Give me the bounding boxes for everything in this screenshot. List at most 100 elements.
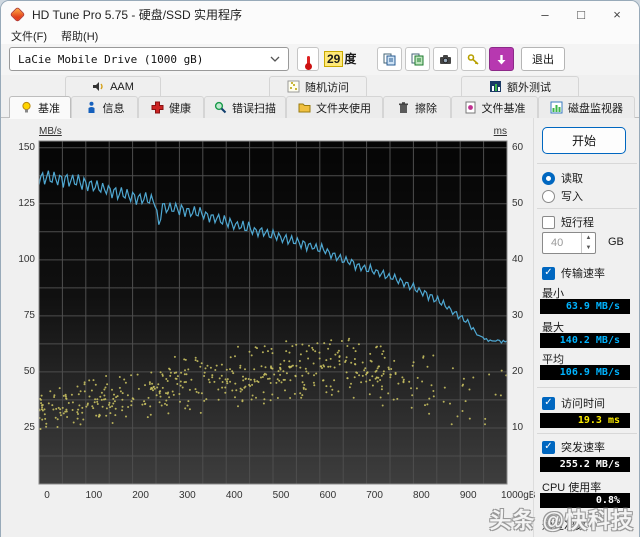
avg-value-display: 106.9 MB/s: [540, 365, 630, 380]
control-panel: 开始 读取 写入 短行程 40 ▲ ▼ GB ✓ 传输速率 最小 63.9 MB…: [533, 118, 639, 537]
transfer-rate-label: 传输速率: [561, 268, 605, 280]
axis-tick-label: 60: [512, 141, 524, 153]
write-radio-label: 写入: [561, 191, 583, 203]
extra-tests-icon: [490, 81, 501, 92]
tab-extra-tests-label: 额外测试: [507, 81, 551, 94]
axis-tick-label: 50: [512, 197, 524, 209]
temperature-button[interactable]: [297, 47, 319, 71]
spinner-down-icon[interactable]: ▼: [582, 243, 595, 253]
axis-tick-label: 30: [512, 309, 524, 321]
read-radio-row[interactable]: 读取: [542, 170, 583, 186]
temperature-value: 29: [324, 50, 344, 67]
menu-help[interactable]: 帮助(H): [61, 28, 98, 44]
tab-benchmark-label: 基准: [38, 102, 60, 115]
info-icon: [88, 101, 94, 113]
exit-button[interactable]: 退出: [521, 47, 565, 71]
tab-extra-tests[interactable]: 额外测试: [461, 76, 579, 96]
access-time-display: 19.3 ms: [540, 413, 630, 428]
access-time-checkbox[interactable]: ✓: [542, 396, 555, 410]
burst-rate-row[interactable]: ✓ 突发速率: [542, 439, 605, 455]
short-stroke-size-input[interactable]: 40 ▲ ▼: [542, 232, 596, 254]
write-radio-row[interactable]: 写入: [542, 188, 583, 204]
tab-row-secondary: AAM 随机访问 额外测试: [1, 76, 639, 96]
axis-tick-label: 25: [23, 421, 35, 433]
tab-health[interactable]: 健康: [138, 96, 204, 118]
screenshot-button[interactable]: [433, 47, 458, 71]
read-radio-label: 读取: [561, 173, 583, 185]
close-button[interactable]: ×: [599, 1, 635, 28]
axis-tick-label: 600: [319, 490, 337, 501]
axis-tick-label: 700: [366, 490, 383, 501]
tab-disk-monitor[interactable]: 磁盘监视器: [538, 96, 635, 118]
right-axis-unit: ms: [493, 126, 507, 137]
copy-icon: [383, 53, 396, 65]
toolbar: LaCie Mobile Drive (1000 gB) 29 度 退出: [1, 44, 639, 75]
tab-erase-label: 擦除: [415, 102, 437, 115]
axis-tick-label: 300: [179, 490, 196, 501]
tab-benchmark[interactable]: 基准: [9, 96, 71, 118]
keys-icon: [467, 53, 479, 65]
camera-icon: [440, 54, 451, 64]
transfer-rate-checkbox[interactable]: ✓: [542, 266, 555, 280]
axis-tick-label: 100: [85, 490, 103, 501]
min-value-display: 63.9 MB/s: [540, 299, 630, 314]
short-stroke-label: 短行程: [561, 217, 594, 229]
chevron-down-icon: [270, 53, 280, 66]
tab-aam[interactable]: AAM: [65, 76, 161, 96]
drive-select-dropdown[interactable]: LaCie Mobile Drive (1000 gB): [9, 47, 289, 71]
tab-folder-usage[interactable]: 文件夹使用: [286, 96, 383, 118]
short-stroke-row[interactable]: 短行程: [542, 214, 594, 230]
exit-button-label: 退出: [532, 54, 554, 66]
axis-tick-label: 0: [44, 490, 50, 501]
tab-folder-usage-label: 文件夹使用: [316, 102, 371, 115]
tab-random-access[interactable]: 随机访问: [269, 76, 367, 96]
benchmark-page: MB/s ms 25 50 75 100 125 150 10 20 30 40 50 60 0 100 2…: [1, 118, 639, 537]
transfer-rate-row[interactable]: ✓ 传输速率: [542, 265, 605, 281]
benchmark-icon: [22, 101, 31, 113]
tab-health-label: 健康: [169, 102, 191, 115]
maximize-button[interactable]: □: [563, 1, 599, 28]
axis-tick-label: 100: [18, 253, 35, 265]
health-icon: [151, 101, 164, 114]
spinner-arrows[interactable]: ▲ ▼: [581, 233, 595, 253]
spinner-up-icon[interactable]: ▲: [582, 233, 595, 243]
menu-file[interactable]: 文件(F): [11, 28, 47, 44]
tab-info[interactable]: 信息: [71, 96, 138, 118]
benchmark-chart: MB/s ms 25 50 75 100 125 150 10 20 30 40 50 60 0 100 2…: [1, 119, 535, 537]
erase-icon: [399, 102, 408, 113]
download-icon: [497, 54, 506, 64]
copy-screenshot-button[interactable]: [405, 47, 430, 71]
write-radio[interactable]: [542, 189, 555, 203]
copy-button[interactable]: [377, 47, 402, 71]
access-time-label: 访问时间: [561, 398, 605, 410]
axis-tick-label: 400: [225, 490, 243, 501]
read-radio[interactable]: [542, 171, 555, 185]
tab-file-benchmark-label: 文件基准: [481, 102, 526, 115]
drive-select-value: LaCie Mobile Drive (1000 gB): [18, 52, 204, 66]
save-results-button[interactable]: [489, 47, 514, 71]
burst-rate-checkbox[interactable]: ✓: [542, 440, 555, 454]
app-window: HD Tune Pro 5.75 - 硬盘/SSD 实用程序 – □ × 文件(…: [0, 0, 640, 537]
short-stroke-unit: GB: [608, 236, 624, 248]
access-time-row[interactable]: ✓ 访问时间: [542, 395, 605, 411]
axis-tick-label: 20: [512, 365, 524, 377]
error-scan-icon: [214, 101, 227, 114]
tab-info-label: 信息: [102, 102, 125, 115]
burst-rate-label: 突发速率: [561, 442, 605, 454]
tab-error-scan[interactable]: 错误扫描: [204, 96, 286, 118]
tab-file-benchmark[interactable]: 文件基准: [451, 96, 538, 118]
start-button[interactable]: 开始: [542, 127, 626, 154]
axis-tick-label: 800: [413, 490, 430, 501]
minimize-button[interactable]: –: [527, 1, 563, 28]
chart-canvas: [38, 140, 508, 485]
watermark: 头条 @快科技: [489, 508, 634, 533]
aam-icon: [93, 82, 103, 91]
register-button[interactable]: [461, 47, 486, 71]
disk-monitor-icon: [550, 101, 563, 114]
burst-rate-display: 255.2 MB/s: [540, 457, 630, 472]
short-stroke-checkbox[interactable]: [542, 215, 555, 229]
menu-bar: 文件(F) 帮助(H): [1, 28, 639, 44]
axis-tick-label: 125: [18, 197, 35, 209]
thermometer-icon: [304, 56, 312, 70]
tab-erase[interactable]: 擦除: [383, 96, 451, 118]
